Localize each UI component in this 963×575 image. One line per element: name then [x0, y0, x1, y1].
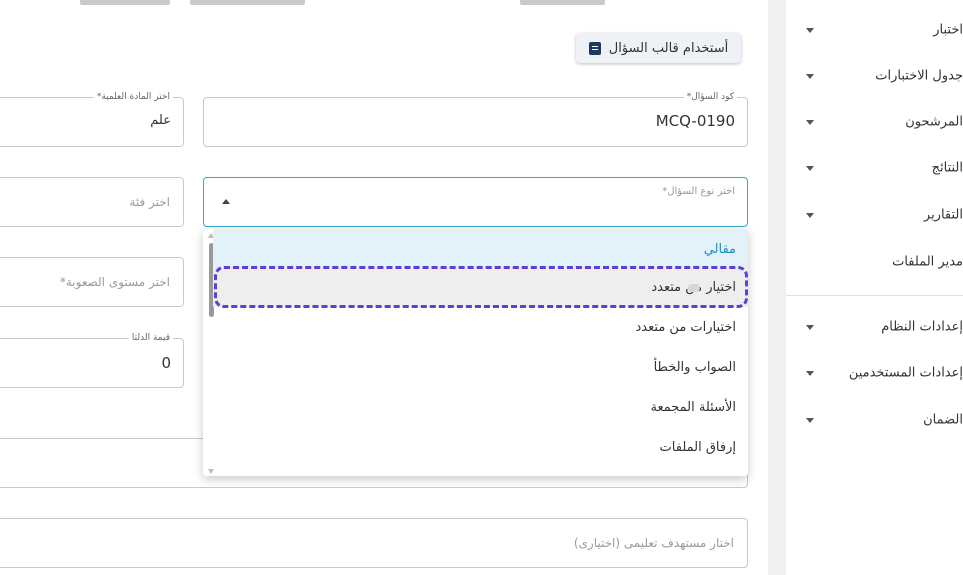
chevron-down-icon — [806, 120, 814, 125]
sidebar-item-warranty[interactable]: الضمان — [786, 397, 963, 443]
learning-target-placeholder: اختار مستهدف تعليمى (اختيارى) — [573, 536, 734, 550]
sidebar-item-label: إعدادات النظام — [881, 319, 963, 335]
sidebar: اختبار جدول الاختبارات المرشحون النتائج … — [786, 0, 963, 575]
sidebar-item-label: الضمان — [923, 412, 963, 428]
sidebar-item-label: مدير الملفات — [892, 254, 963, 270]
sidebar-item-label: التقارير — [923, 207, 963, 223]
scroll-down-arrow-icon[interactable] — [208, 469, 214, 474]
sidebar-item-label: جدول الاختبارات — [875, 68, 963, 84]
sidebar-item-label: اختبار — [933, 22, 963, 38]
template-button-label: أستخدام قالب السؤال — [608, 40, 729, 56]
chevron-down-icon — [806, 74, 814, 79]
subject-value: علم — [150, 113, 171, 128]
clipped-text — [80, 0, 170, 5]
sidebar-item-exam-schedule[interactable]: جدول الاختبارات — [786, 53, 963, 99]
caret-up-icon[interactable] — [222, 199, 230, 204]
document-icon — [588, 41, 601, 55]
sidebar-item-label: النتائج — [931, 160, 963, 176]
option-label: اختيارات من متعدد — [635, 319, 736, 335]
dropdown-option[interactable]: مقالي — [213, 229, 748, 269]
question-code-value: MCQ-0190 — [655, 112, 735, 130]
chevron-down-icon — [806, 371, 814, 376]
option-label: مقالي — [703, 241, 736, 257]
sidebar-item-label: إعدادات المستخدمين — [848, 365, 963, 381]
learning-target-select[interactable]: اختار مستهدف تعليمى (اختيارى) — [0, 518, 748, 568]
use-template-button[interactable]: أستخدام قالب السؤال — [576, 33, 741, 63]
subject-select[interactable]: اختر المادة العلمية* علم — [0, 91, 184, 147]
dropdown-option[interactable]: اختيار من متعدد — [213, 267, 748, 307]
dropdown-scrollbar[interactable] — [205, 231, 214, 474]
chevron-down-icon — [806, 213, 814, 218]
sidebar-item-user-settings[interactable]: إعدادات المستخدمين — [786, 350, 963, 396]
sidebar-item-file-manager[interactable]: مدير الملفات — [786, 239, 963, 285]
sidebar-item-reports[interactable]: التقارير — [786, 192, 963, 238]
chevron-down-icon — [806, 28, 814, 33]
sidebar-item-label: المرشحون — [905, 114, 963, 130]
panel-gutter — [768, 0, 786, 575]
sidebar-item-system-settings[interactable]: إعدادات النظام — [786, 304, 963, 350]
dropdown-option[interactable]: اختيارات من متعدد — [213, 307, 748, 347]
sidebar-item-candidates[interactable]: المرشحون — [786, 99, 963, 145]
category-placeholder: اختر فئة — [129, 195, 170, 209]
question-code-field[interactable]: كود السؤال* MCQ-0190 — [203, 91, 748, 147]
dropdown-option[interactable]: الأسئلة المجمعة — [213, 387, 748, 427]
option-label: إرفاق الملفات — [659, 439, 736, 455]
option-label: الأسئلة المجمعة — [650, 399, 736, 415]
difficulty-placeholder: اختر مستوى الصعوبة* — [59, 275, 170, 289]
question-type-label: اختر نوع السؤال* — [662, 186, 735, 197]
clipped-text — [520, 0, 605, 5]
category-select[interactable]: اختر فئة — [0, 177, 184, 227]
question-type-dropdown: مقالي اختيار من متعدد اختيارات من متعدد … — [203, 229, 748, 476]
cursor-indicator — [688, 284, 700, 292]
sidebar-divider — [786, 295, 963, 296]
chevron-down-icon — [806, 418, 814, 423]
chevron-down-icon — [806, 325, 814, 330]
option-label: الصواب والخطأ — [653, 359, 736, 375]
question-code-legend: كود السؤال* — [683, 91, 737, 103]
sidebar-item-results[interactable]: النتائج — [786, 145, 963, 191]
dropdown-option[interactable]: إرفاق الملفات — [213, 427, 748, 467]
dropdown-option[interactable]: الصواب والخطأ — [213, 347, 748, 387]
chevron-down-icon — [806, 166, 814, 171]
delta-value: 0 — [161, 354, 171, 372]
clipped-text — [190, 0, 305, 5]
subject-legend: اختر المادة العلمية* — [93, 91, 173, 103]
main-panel: أستخدام قالب السؤال كود السؤال* MCQ-0190… — [0, 0, 768, 575]
difficulty-select[interactable]: اختر مستوى الصعوبة* — [0, 257, 184, 307]
delta-field[interactable]: قيمة الدلتا 0 — [0, 332, 184, 388]
question-type-select[interactable]: اختر نوع السؤال* — [203, 177, 748, 227]
sidebar-item-exam[interactable]: اختبار — [786, 7, 963, 53]
delta-legend: قيمة الدلتا — [128, 332, 173, 344]
